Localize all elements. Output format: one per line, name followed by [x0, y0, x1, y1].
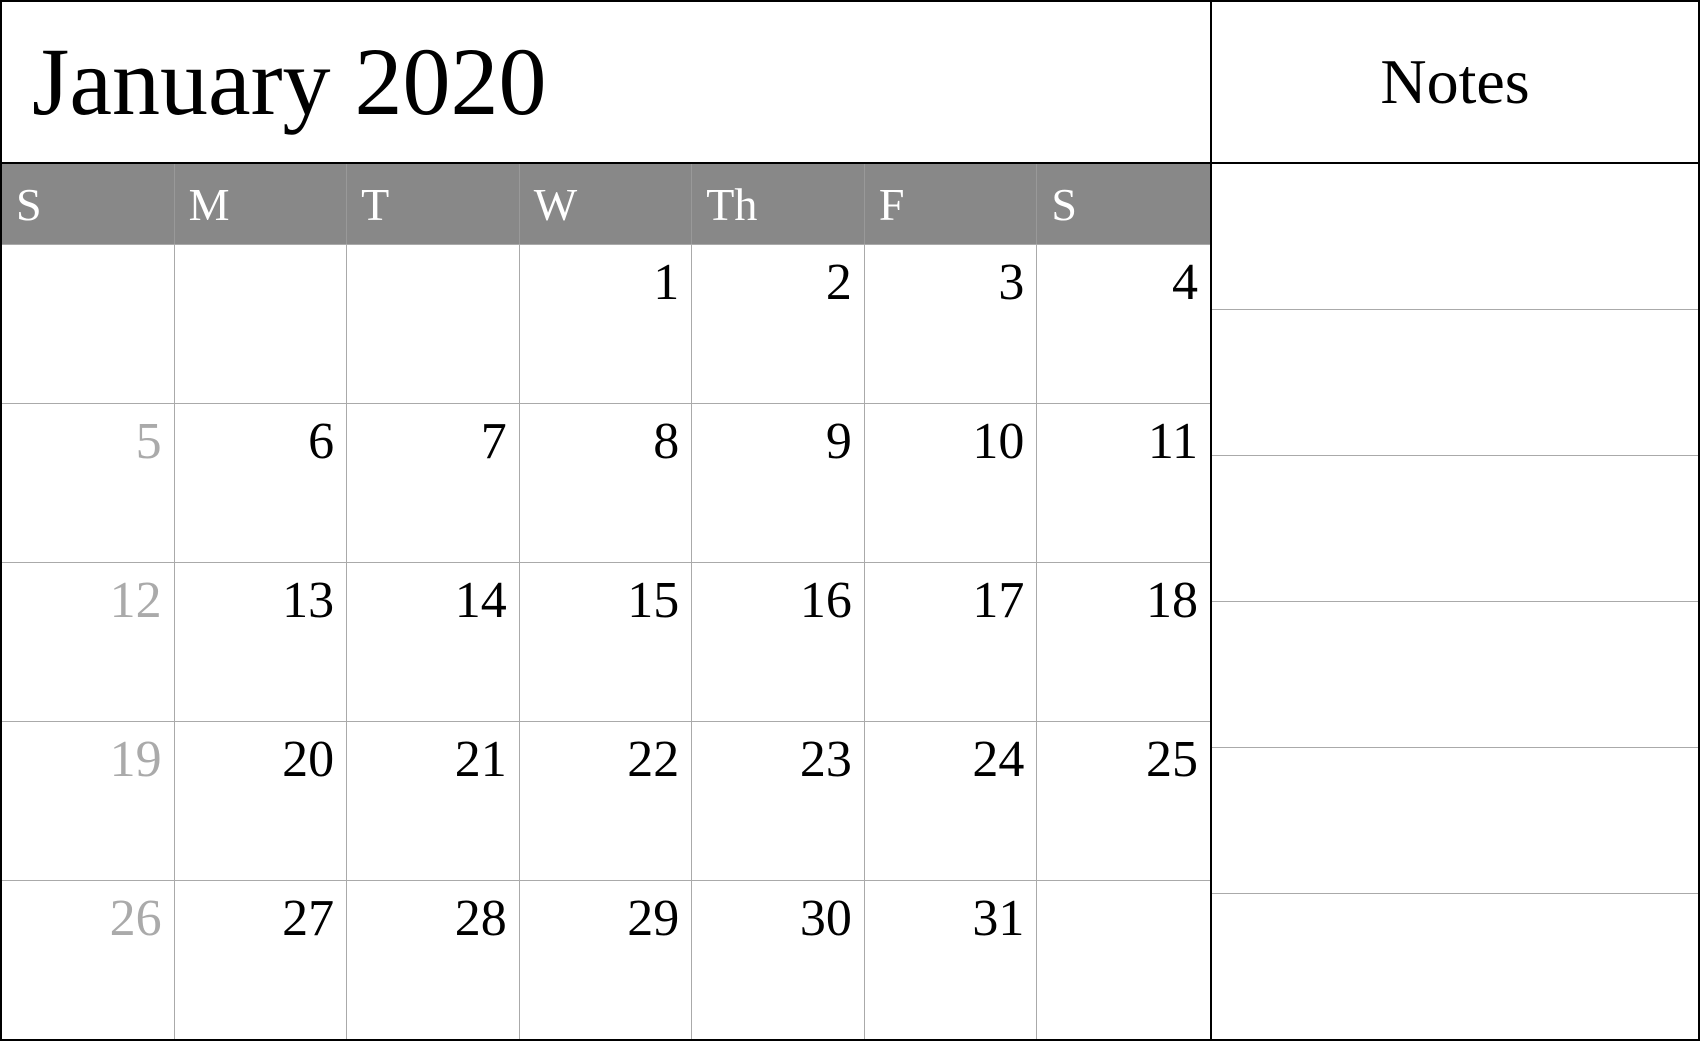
day-cell-w5-d1[interactable]: 26 [2, 881, 175, 1039]
day-header-tuesday: T [347, 164, 520, 244]
day-cell-w1-d6[interactable]: 3 [865, 245, 1038, 403]
notes-panel: Notes [1212, 2, 1698, 1039]
notes-line-3[interactable] [1212, 456, 1698, 602]
day-cell-w5-d6[interactable]: 31 [865, 881, 1038, 1039]
day-cell-w3-d1[interactable]: 12 [2, 563, 175, 721]
week-row-3: 12131415161718 [2, 562, 1210, 721]
day-cell-w3-d2[interactable]: 13 [175, 563, 348, 721]
day-cell-w3-d5[interactable]: 16 [692, 563, 865, 721]
day-cell-w5-d7[interactable] [1037, 881, 1210, 1039]
day-cell-w2-d2[interactable]: 6 [175, 404, 348, 562]
notes-title: Notes [1212, 2, 1698, 164]
week-row-4: 19202122232425 [2, 721, 1210, 880]
day-cell-w5-d3[interactable]: 28 [347, 881, 520, 1039]
week-row-5: 262728293031 [2, 880, 1210, 1039]
calendar-main: January 2020 SMTWThFS 123456789101112131… [2, 2, 1212, 1039]
day-cell-w2-d5[interactable]: 9 [692, 404, 865, 562]
day-cell-w2-d4[interactable]: 8 [520, 404, 693, 562]
day-cell-w4-d7[interactable]: 25 [1037, 722, 1210, 880]
day-cell-w5-d5[interactable]: 30 [692, 881, 865, 1039]
notes-line-1[interactable] [1212, 164, 1698, 310]
day-cell-w4-d4[interactable]: 22 [520, 722, 693, 880]
day-cell-w4-d2[interactable]: 20 [175, 722, 348, 880]
day-cell-w2-d3[interactable]: 7 [347, 404, 520, 562]
day-cell-w4-d3[interactable]: 21 [347, 722, 520, 880]
notes-lines [1212, 164, 1698, 1039]
day-header-wednesday: W [520, 164, 693, 244]
day-cell-w2-d6[interactable]: 10 [865, 404, 1038, 562]
day-cell-w4-d1[interactable]: 19 [2, 722, 175, 880]
day-cell-w2-d7[interactable]: 11 [1037, 404, 1210, 562]
day-header-sunday: S [2, 164, 175, 244]
day-header-friday: F [865, 164, 1038, 244]
notes-line-5[interactable] [1212, 748, 1698, 894]
notes-line-4[interactable] [1212, 602, 1698, 748]
day-cell-w1-d7[interactable]: 4 [1037, 245, 1210, 403]
day-cell-w1-d1[interactable] [2, 245, 175, 403]
day-cell-w3-d7[interactable]: 18 [1037, 563, 1210, 721]
day-header-saturday: S [1037, 164, 1210, 244]
day-cell-w4-d5[interactable]: 23 [692, 722, 865, 880]
day-cell-w1-d4[interactable]: 1 [520, 245, 693, 403]
calendar-wrapper: January 2020 SMTWThFS 123456789101112131… [0, 0, 1700, 1041]
notes-line-6[interactable] [1212, 894, 1698, 1039]
notes-line-2[interactable] [1212, 310, 1698, 456]
day-cell-w1-d5[interactable]: 2 [692, 245, 865, 403]
day-cell-w5-d2[interactable]: 27 [175, 881, 348, 1039]
week-row-1: 1234 [2, 244, 1210, 403]
calendar-title: January 2020 [2, 2, 1210, 164]
day-headers-row: SMTWThFS [2, 164, 1210, 244]
calendar-grid: SMTWThFS 1234567891011121314151617181920… [2, 164, 1210, 1039]
weeks-container: 1234567891011121314151617181920212223242… [2, 244, 1210, 1039]
day-cell-w3-d6[interactable]: 17 [865, 563, 1038, 721]
day-cell-w3-d3[interactable]: 14 [347, 563, 520, 721]
day-cell-w1-d2[interactable] [175, 245, 348, 403]
day-cell-w3-d4[interactable]: 15 [520, 563, 693, 721]
day-cell-w4-d6[interactable]: 24 [865, 722, 1038, 880]
day-cell-w2-d1[interactable]: 5 [2, 404, 175, 562]
day-cell-w5-d4[interactable]: 29 [520, 881, 693, 1039]
day-header-monday: M [175, 164, 348, 244]
day-cell-w1-d3[interactable] [347, 245, 520, 403]
day-header-thursday: Th [692, 164, 865, 244]
week-row-2: 567891011 [2, 403, 1210, 562]
